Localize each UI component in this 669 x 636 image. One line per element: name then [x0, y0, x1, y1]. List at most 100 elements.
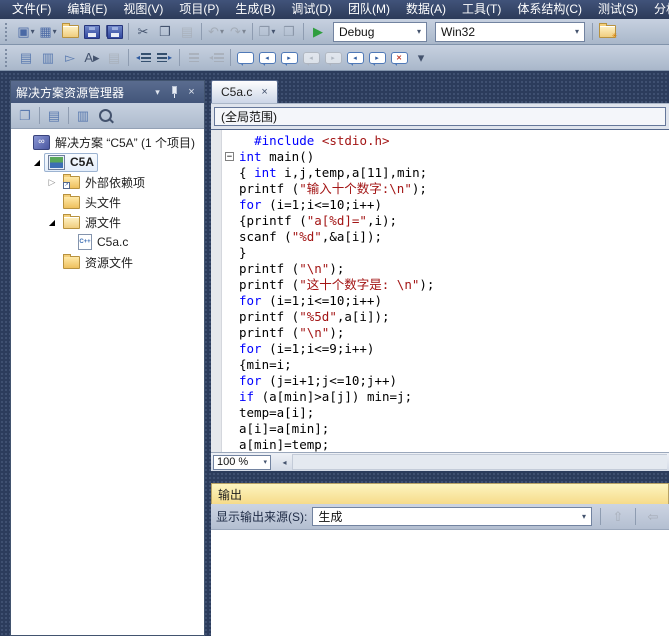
code-line[interactable]: } — [211, 245, 669, 261]
scroll-left-icon[interactable]: ◂ — [277, 455, 292, 469]
menu-item[interactable]: 体系结构(C) — [509, 0, 590, 19]
add-item-button[interactable]: ▦▾ — [38, 22, 58, 42]
tree-item[interactable]: ∞解决方案 “C5A” (1 个项目) — [11, 132, 204, 152]
menu-item[interactable]: 团队(M) — [340, 0, 398, 19]
tree-item[interactable]: 头文件 — [11, 192, 204, 212]
code-line[interactable]: printf ("\n"); — [211, 261, 669, 277]
output-titlebar[interactable]: 输出 — [211, 483, 669, 504]
new-project-button[interactable]: ▣▾ — [16, 22, 36, 42]
copy-button[interactable]: ❐ — [155, 22, 175, 42]
complete-word-button[interactable]: A▸ — [82, 48, 102, 68]
code-line[interactable]: printf ("这十个数字是: \n"); — [211, 277, 669, 293]
code-line[interactable]: { int i,j,temp,a[11],min; — [211, 165, 669, 181]
uncomment-selection-button[interactable]: ◂ — [206, 48, 226, 68]
goto-related-message-button[interactable]: ⇦ — [643, 507, 663, 527]
paste-button[interactable]: ▤ — [177, 22, 197, 42]
cut-button[interactable]: ✂ — [133, 22, 153, 42]
next-comment-button[interactable]: ▸ — [279, 48, 299, 68]
quick-info-button[interactable]: ▻ — [60, 48, 80, 68]
open-file-button[interactable] — [60, 22, 80, 42]
output-content[interactable] — [211, 530, 669, 636]
save-button[interactable] — [82, 22, 102, 42]
code-line[interactable]: for (i=1;i<=9;i++) — [211, 341, 669, 357]
goto-previous-message-button[interactable]: ⇧ — [608, 507, 628, 527]
redo-button[interactable]: ↷▾ — [228, 22, 248, 42]
code-line[interactable]: printf ("输入十个数字:\n"); — [211, 181, 669, 197]
delete-all-comments-button[interactable]: ✕ — [389, 48, 409, 68]
document-outline-button[interactable]: ▤ — [104, 48, 124, 68]
class-view-button[interactable] — [95, 106, 115, 126]
code-line[interactable]: #include <stdio.h> — [211, 133, 669, 149]
menu-item[interactable]: 项目(P) — [171, 0, 227, 19]
menu-item[interactable]: 测试(S) — [590, 0, 646, 19]
standard-toolbar-grip[interactable] — [5, 23, 12, 41]
code-line[interactable]: −int main() — [211, 149, 669, 165]
previous-annotation-button[interactable]: ◂ — [345, 48, 365, 68]
undo-button[interactable]: ↶▾ — [206, 22, 226, 42]
indicator-margin[interactable] — [211, 130, 222, 452]
tree-item[interactable]: 资源文件 — [11, 252, 204, 272]
solution-platforms-combo[interactable]: Win32▾ — [435, 22, 585, 42]
menu-item[interactable]: 分析(N) — [646, 0, 669, 19]
menu-item[interactable]: 生成(B) — [227, 0, 283, 19]
menu-item[interactable]: 视图(V) — [115, 0, 171, 19]
navigate-backward-button[interactable]: ❒▾ — [257, 22, 277, 42]
tab-c5a-c[interactable]: C5a.c × — [211, 80, 278, 103]
save-all-button[interactable] — [104, 22, 124, 42]
tree-item[interactable]: ◢源文件 — [11, 212, 204, 232]
scope-combo[interactable]: (全局范围) — [214, 107, 666, 126]
tree-expander-icon[interactable]: ◢ — [30, 158, 44, 167]
toolbar-options-button[interactable]: ▾ — [411, 48, 431, 68]
code-line[interactable]: for (i=1;i<=10;i++) — [211, 197, 669, 213]
text-editor-toolbar-grip[interactable] — [5, 49, 12, 67]
decrease-indent-button[interactable]: ◂ — [133, 48, 153, 68]
code-line[interactable]: if (a[min]>a[j]) min=j; — [211, 389, 669, 405]
view-outline-button[interactable]: ▥ — [73, 106, 93, 126]
menu-item[interactable]: 文件(F) — [4, 0, 59, 19]
member-list-button[interactable]: ▤ — [16, 48, 36, 68]
menu-item[interactable]: 工具(T) — [454, 0, 509, 19]
next-comment-in-file-button[interactable]: ▸ — [323, 48, 343, 68]
code-editor[interactable]: #include <stdio.h>−int main(){ int i,j,t… — [211, 130, 669, 452]
tree-item[interactable]: C++C5a.c — [11, 232, 204, 252]
code-line[interactable]: a[min]=temp; — [211, 437, 669, 452]
properties-button[interactable]: ❐ — [15, 106, 35, 126]
menu-item[interactable]: 调试(D) — [283, 0, 340, 19]
previous-comment-in-file-button[interactable]: ◂ — [301, 48, 321, 68]
start-debugging-button[interactable]: ▶ — [308, 22, 328, 42]
horizontal-scrollbar[interactable] — [292, 454, 667, 470]
window-position-icon[interactable]: ▾ — [150, 87, 165, 98]
zoom-combo[interactable]: 100 % ▾ — [213, 455, 271, 470]
tree-expander-icon[interactable]: ◢ — [45, 218, 59, 227]
code-line[interactable]: for (i=1;i<=10;i++) — [211, 293, 669, 309]
solution-explorer-titlebar[interactable]: 解决方案资源管理器 ▾ × — [11, 81, 204, 103]
pin-icon[interactable] — [167, 85, 182, 100]
navigate-forward-button[interactable]: ❒ — [279, 22, 299, 42]
parameter-info-button[interactable]: ▥ — [38, 48, 58, 68]
increase-indent-button[interactable]: ▸ — [155, 48, 175, 68]
code-line[interactable]: printf ("%5d",a[i]); — [211, 309, 669, 325]
code-line[interactable]: scanf ("%d",&a[i]); — [211, 229, 669, 245]
previous-comment-button[interactable]: ◂ — [257, 48, 277, 68]
find-in-files-button[interactable]: ✳ — [597, 22, 617, 42]
show-all-files-button[interactable]: ▤ — [44, 106, 64, 126]
code-line[interactable]: printf ("\n"); — [211, 325, 669, 341]
code-line[interactable]: {printf ("a[%d]=",i); — [211, 213, 669, 229]
collapse-region-icon[interactable]: − — [225, 152, 234, 161]
close-icon[interactable]: × — [184, 86, 199, 98]
menu-item[interactable]: 编辑(E) — [59, 0, 115, 19]
solution-configurations-combo[interactable]: Debug▾ — [333, 22, 427, 42]
code-line[interactable]: for (j=i+1;j<=10;j++) — [211, 373, 669, 389]
tab-close-icon[interactable]: × — [261, 86, 267, 98]
tree-expander-icon[interactable]: ▷ — [45, 177, 59, 188]
code-line[interactable]: {min=i; — [211, 357, 669, 373]
tree-item[interactable]: ◢C5A — [11, 152, 204, 172]
menu-item[interactable]: 数据(A) — [398, 0, 454, 19]
new-comment-button[interactable] — [235, 48, 255, 68]
tree-item[interactable]: ▷↗外部依赖项 — [11, 172, 204, 192]
output-source-combo[interactable]: 生成 ▾ — [312, 507, 592, 526]
code-line[interactable]: a[i]=a[min]; — [211, 421, 669, 437]
code-line[interactable]: temp=a[i]; — [211, 405, 669, 421]
comment-selection-button[interactable] — [184, 48, 204, 68]
next-annotation-button[interactable]: ▸ — [367, 48, 387, 68]
